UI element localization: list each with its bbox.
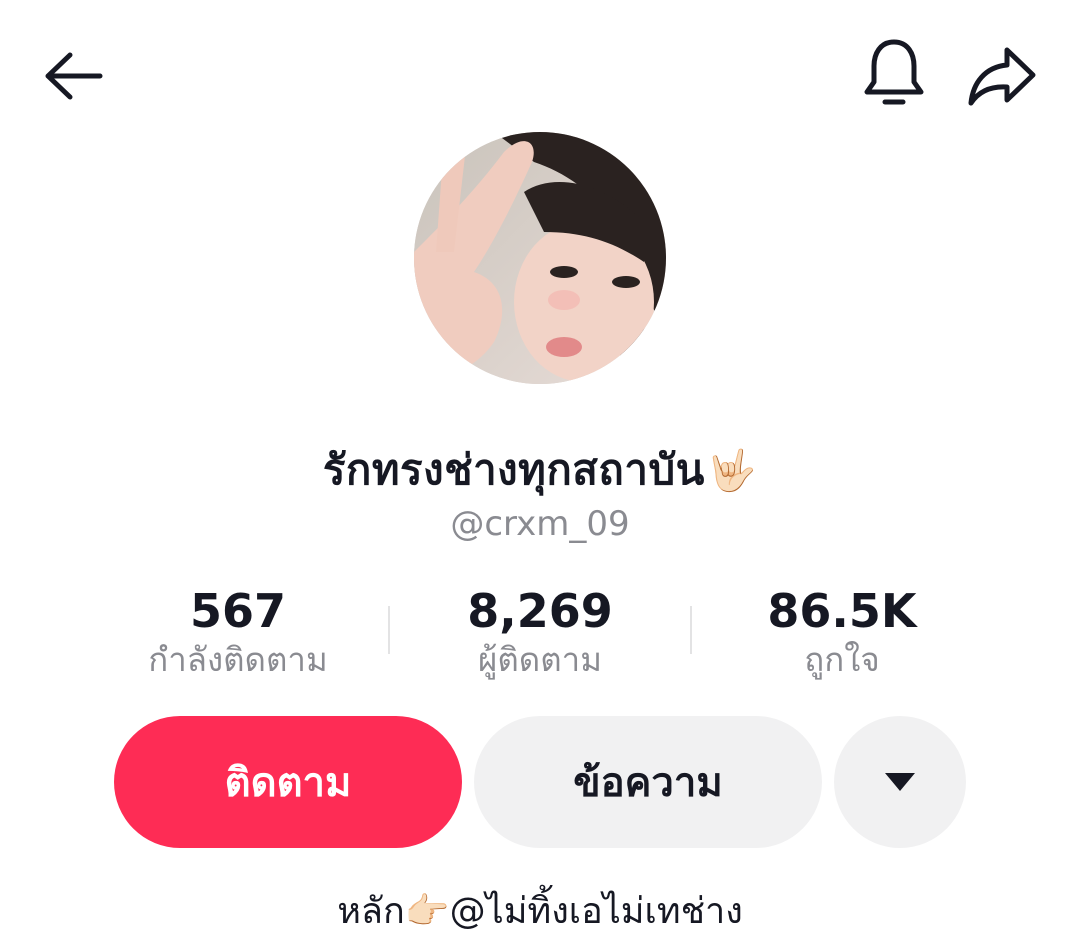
share-arrow-icon (968, 47, 1036, 106)
followers-label: ผู้ติดตาม (478, 640, 602, 679)
notification-bell-button[interactable] (852, 32, 936, 116)
rock-hand-emoji: 🤟🏻 (706, 447, 758, 494)
follow-button[interactable]: ติดตาม (114, 716, 462, 848)
bio-mention[interactable]: @ไม่ทิ้งเอไม่เทช่าง (450, 891, 743, 932)
profile-avatar[interactable] (414, 132, 666, 384)
stat-likes: 86.5K ถูกใจ (692, 584, 992, 682)
stat-following[interactable]: 567 กำลังติดตาม (88, 584, 388, 682)
bio-prefix: หลัก (337, 891, 405, 932)
username: @crxm_09 (450, 504, 630, 544)
bell-icon (864, 39, 924, 105)
stats-row: 567 กำลังติดตาม 8,269 ผู้ติดตาม 86.5K ถู… (0, 584, 1080, 684)
stat-followers[interactable]: 8,269 ผู้ติดตาม (390, 584, 690, 682)
likes-count: 86.5K (767, 584, 917, 638)
display-name-text: รักทรงช่างทุกสถาบัน (322, 445, 705, 494)
following-count: 567 (189, 584, 287, 638)
display-name: รักทรงช่างทุกสถาบัน 🤟🏻 (0, 440, 1080, 500)
bio-text: หลัก👉🏻@ไม่ทิ้งเอไม่เทช่าง (0, 884, 1080, 940)
caret-down-icon (885, 773, 915, 791)
likes-label: ถูกใจ (804, 640, 880, 679)
avatar-image (414, 132, 666, 384)
message-button[interactable]: ข้อความ (474, 716, 822, 848)
followers-count: 8,269 (467, 584, 613, 638)
pointing-hand-emoji: 👉🏻 (404, 891, 450, 932)
back-button[interactable] (30, 38, 114, 114)
share-button[interactable] (958, 34, 1046, 118)
more-options-button[interactable] (834, 716, 966, 848)
arrow-left-icon (45, 52, 103, 100)
following-label: กำลังติดตาม (148, 640, 328, 679)
